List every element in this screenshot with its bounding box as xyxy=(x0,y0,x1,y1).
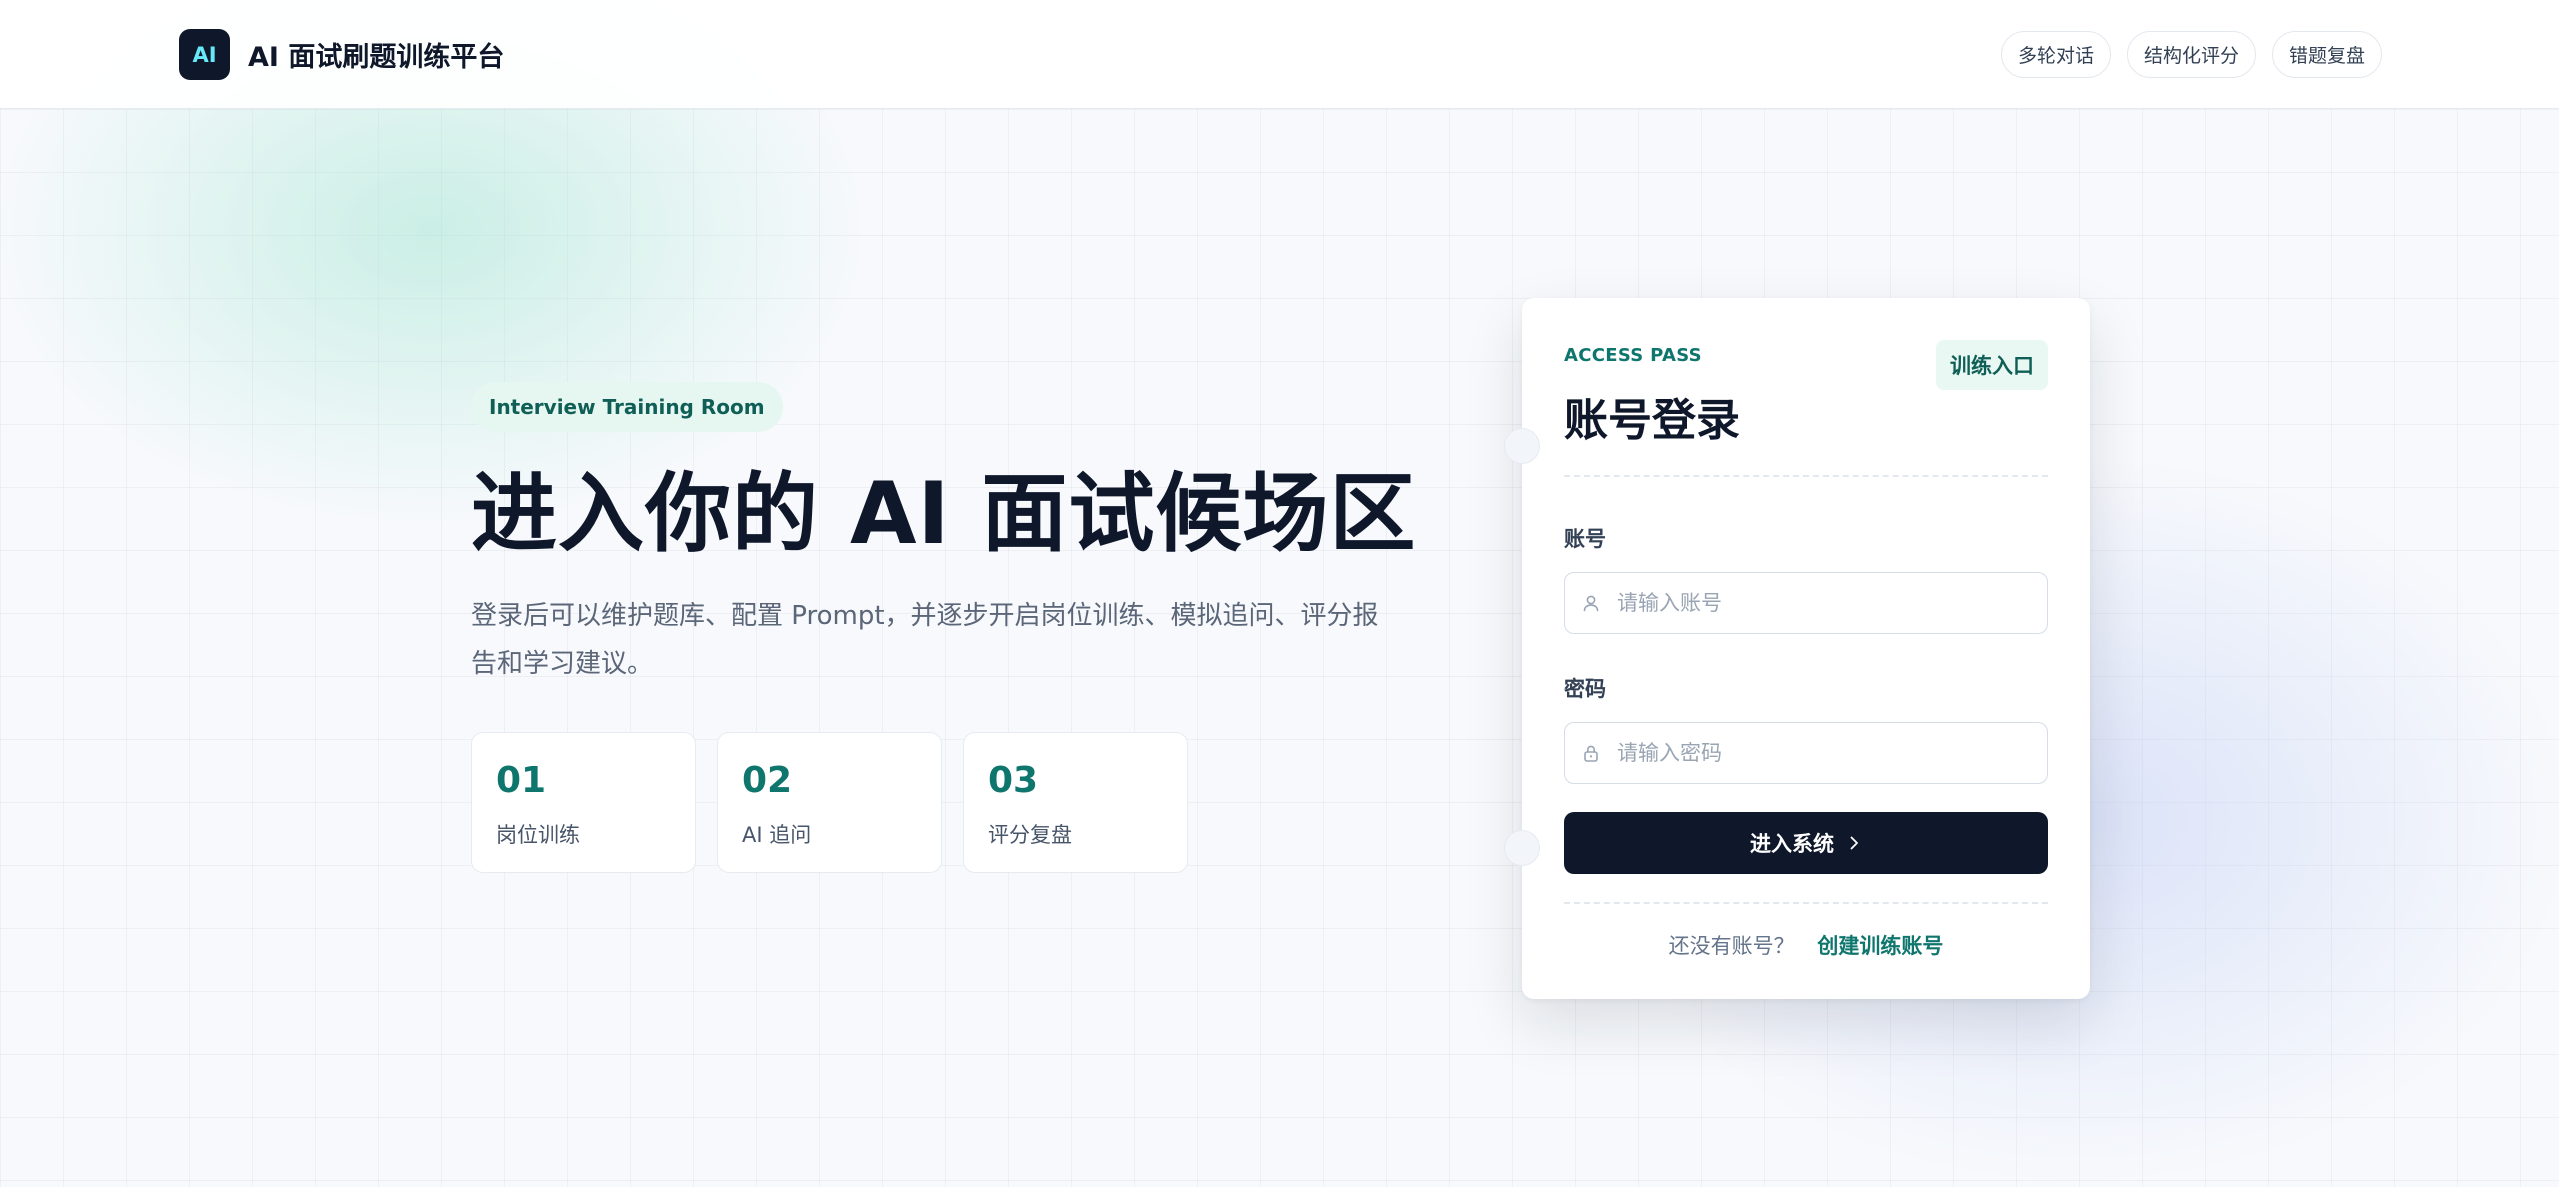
logo: AI xyxy=(179,29,230,80)
dashed-divider xyxy=(1564,475,2048,477)
account-input[interactable] xyxy=(1615,590,2035,616)
hero-title: 进入你的 AI 面试候场区 xyxy=(471,464,1417,564)
chevron-right-icon xyxy=(1846,835,1862,851)
feature-nav: 多轮对话 结构化评分 错题复盘 xyxy=(2000,31,2382,78)
nav-pill-structured-scoring[interactable]: 结构化评分 xyxy=(2126,31,2256,78)
card-eyebrow: ACCESS PASS xyxy=(1564,345,1702,366)
hero-subtitle: 登录后可以维护题库、配置 Prompt，并逐步开启岗位训练、模拟追问、评分报告和… xyxy=(471,601,1379,680)
feature-label: 岗位训练 xyxy=(496,823,580,848)
login-page: AI AI 面试刷题训练平台 多轮对话 结构化评分 错题复盘 Interview… xyxy=(0,0,2559,1187)
feature-card-job-training: 01 岗位训练 xyxy=(471,732,696,874)
user-icon xyxy=(1581,593,1601,613)
account-field[interactable] xyxy=(1564,572,2048,634)
ticket-notch-top xyxy=(1504,428,1540,464)
password-field[interactable] xyxy=(1564,722,2048,784)
login-card: ACCESS PASS 账号登录 训练入口 账号 密码 xyxy=(1504,298,2090,999)
card-tag: 训练入口 xyxy=(1936,340,2048,390)
feature-number: 01 xyxy=(496,760,547,802)
dashed-divider xyxy=(1564,902,2048,904)
brand-name: AI 面试刷题训练平台 xyxy=(248,42,505,73)
hero-section: Interview Training Room 进入你的 AI 面试候场区 登录… xyxy=(471,382,1431,874)
top-bar: AI AI 面试刷题训练平台 多轮对话 结构化评分 错题复盘 xyxy=(0,0,2559,109)
card-title: 账号登录 xyxy=(1564,395,1740,446)
password-input[interactable] xyxy=(1615,740,2035,766)
feature-card-ai-followup: 02 AI 追问 xyxy=(717,732,942,874)
lock-icon xyxy=(1581,743,1601,763)
feature-cards: 01 岗位训练 02 AI 追问 03 评分复盘 xyxy=(471,732,1431,874)
nav-pill-multi-turn[interactable]: 多轮对话 xyxy=(2000,31,2111,78)
create-account-link[interactable]: 创建训练账号 xyxy=(1817,934,1943,958)
enter-system-label: 进入系统 xyxy=(1750,832,1834,856)
hero-badge: Interview Training Room xyxy=(471,382,783,432)
nav-pill-mistake-review[interactable]: 错题复盘 xyxy=(2271,31,2382,78)
feature-card-score-review: 03 评分复盘 xyxy=(963,732,1188,874)
password-label: 密码 xyxy=(1564,677,1606,701)
feature-label: AI 追问 xyxy=(742,823,812,848)
feature-label: 评分复盘 xyxy=(988,823,1072,848)
register-row: 还没有账号？ 创建训练账号 xyxy=(1522,930,2090,960)
feature-number: 03 xyxy=(988,760,1039,802)
ticket-notch-bottom xyxy=(1504,830,1540,866)
feature-number: 02 xyxy=(742,760,793,802)
account-label: 账号 xyxy=(1564,527,1606,551)
brand[interactable]: AI AI 面试刷题训练平台 xyxy=(179,29,504,80)
register-question: 还没有账号？ xyxy=(1668,934,1795,958)
enter-system-button[interactable]: 进入系统 xyxy=(1564,812,2048,874)
